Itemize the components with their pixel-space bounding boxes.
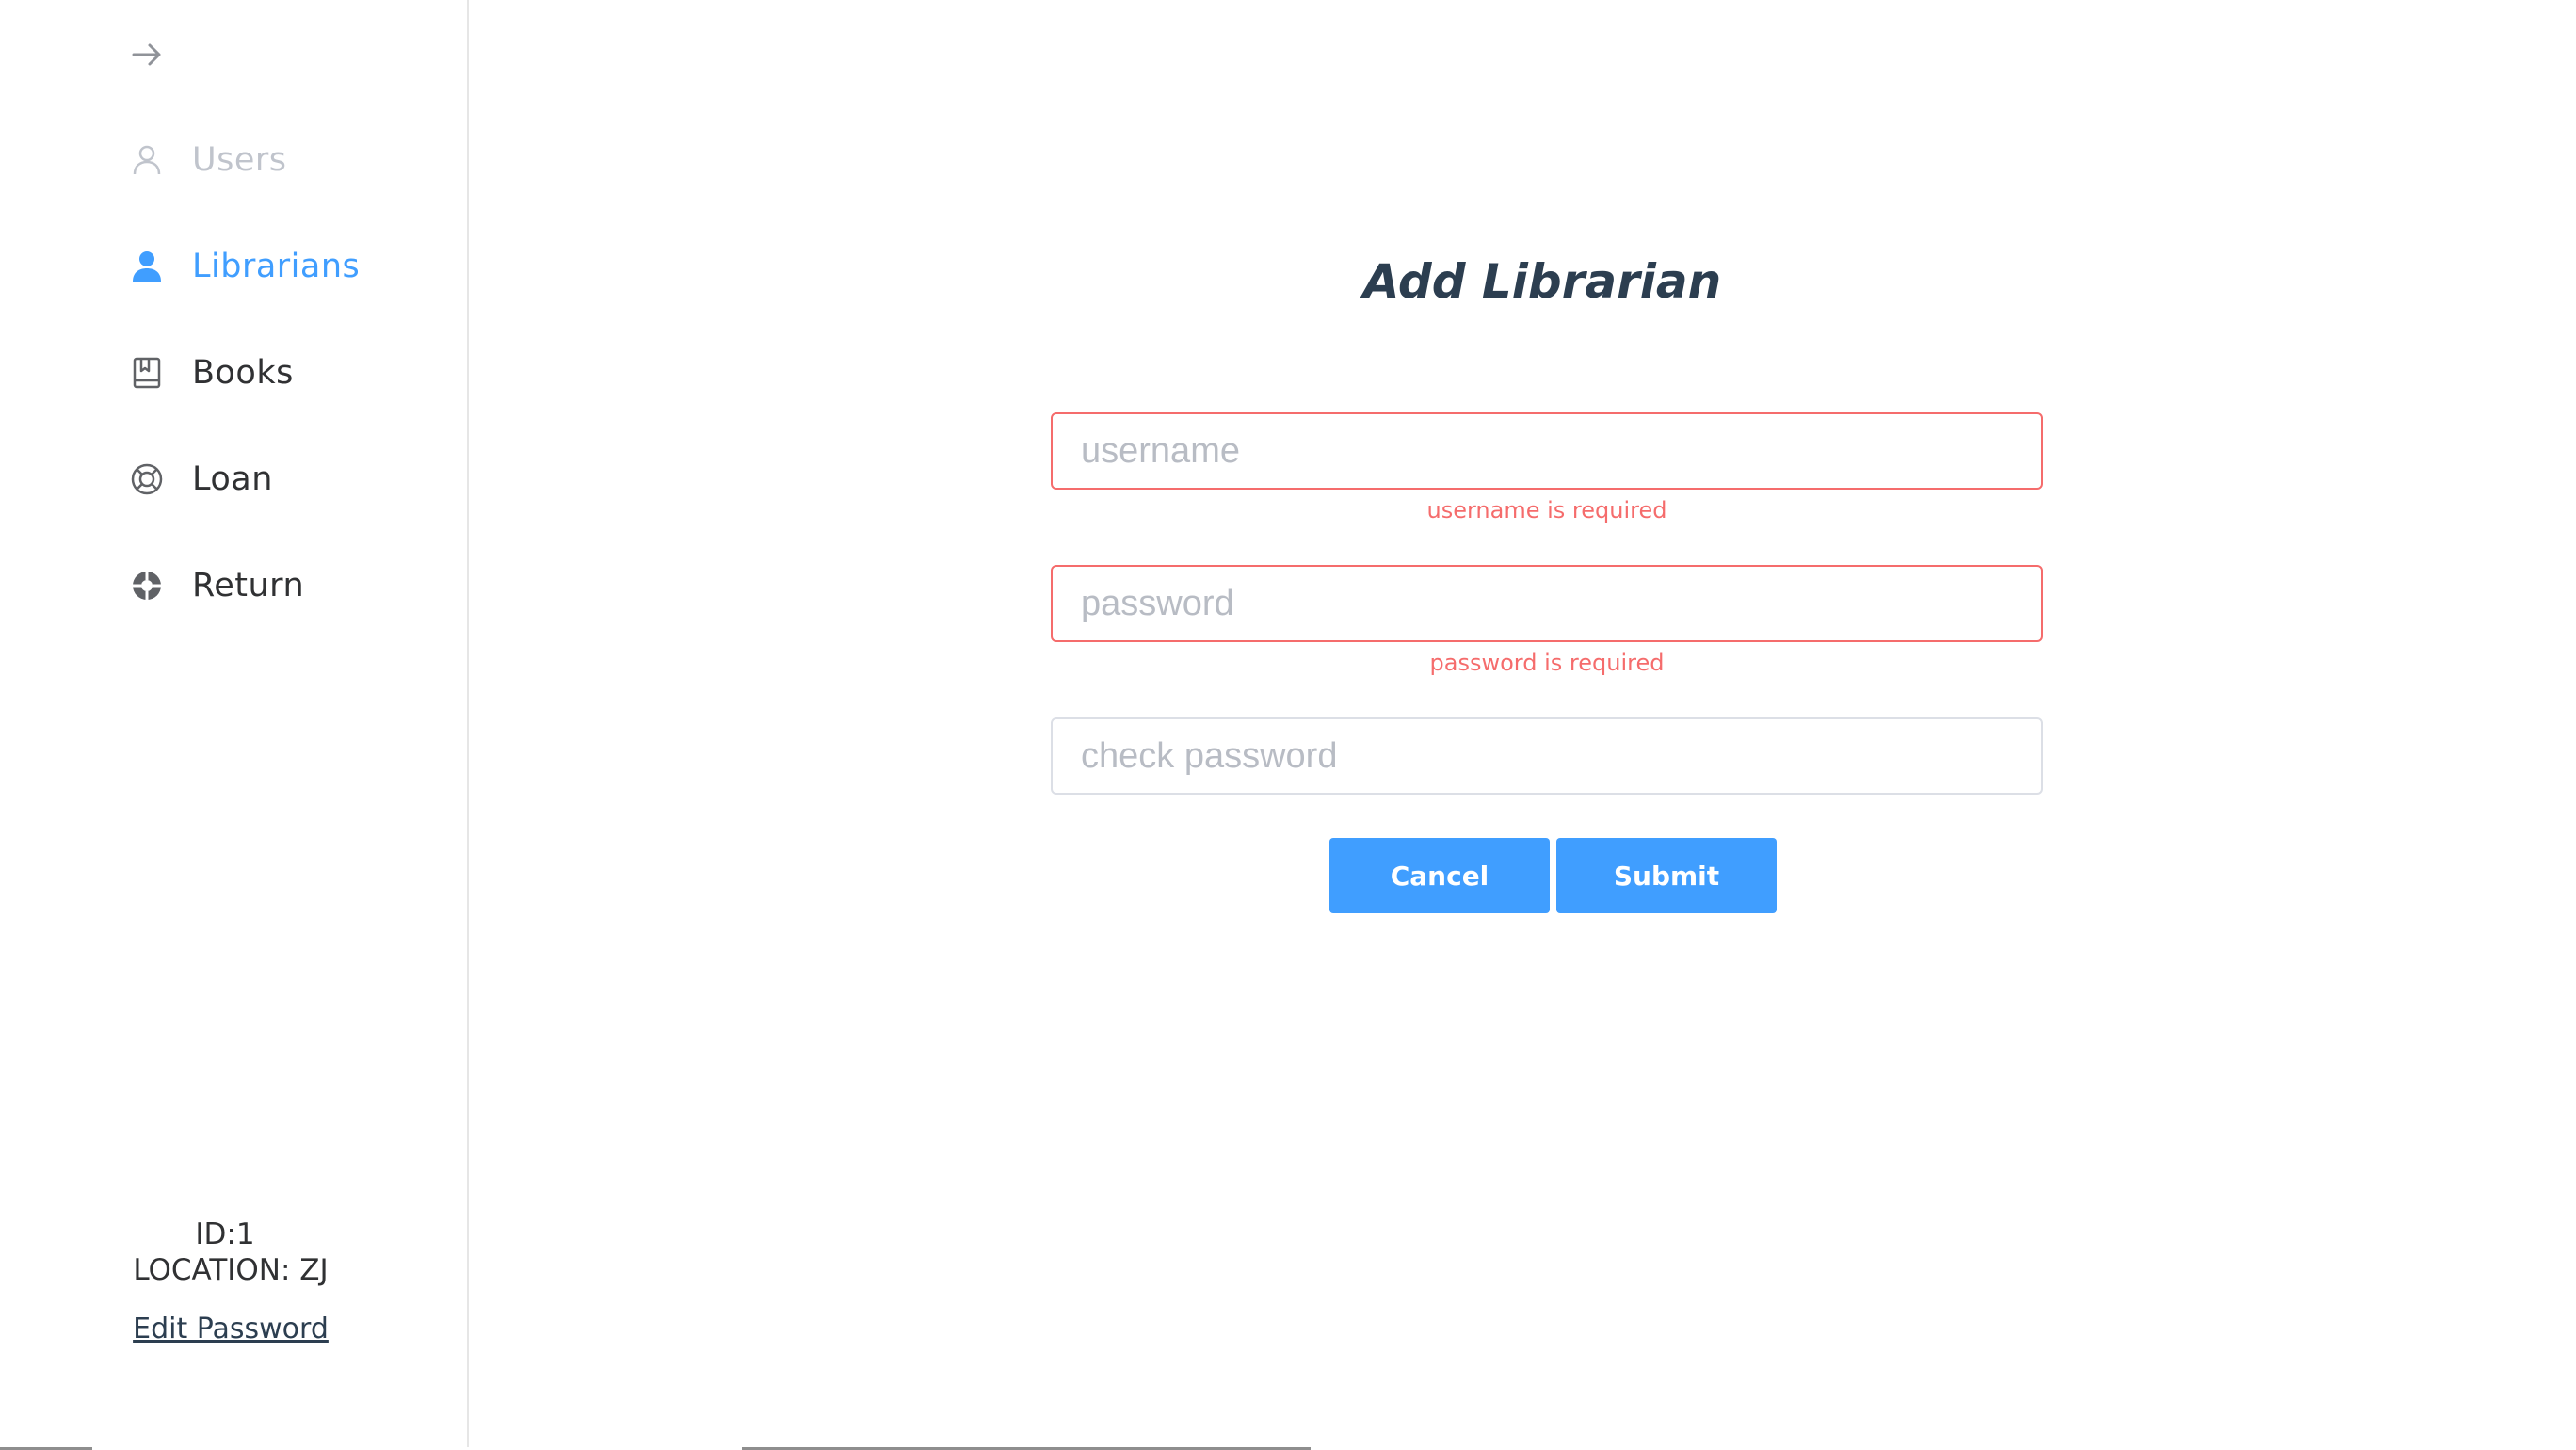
username-input[interactable]	[1053, 414, 2041, 488]
return-icon	[128, 567, 166, 604]
sidebar-item-users[interactable]: Users	[128, 132, 448, 188]
cancel-button[interactable]: Cancel	[1329, 838, 1550, 913]
user-outline-icon	[128, 141, 166, 179]
user-id: ID:1	[195, 1217, 255, 1251]
user-filled-icon	[128, 248, 166, 285]
password-field[interactable]	[1051, 565, 2043, 642]
password-input[interactable]	[1053, 567, 2041, 640]
username-error: username is required	[1426, 497, 1667, 524]
user-info: ID:1 LOCATION: ZJ	[0, 1216, 461, 1288]
sidebar-item-loan[interactable]: Loan	[128, 451, 448, 508]
page-title: Add Librarian	[1362, 254, 1722, 309]
sidebar: Users Librarians Books Loan Return ID:1 …	[0, 0, 469, 1450]
main-content: Add Librarian username is required passw…	[471, 0, 2576, 1450]
sidebar-item-librarians[interactable]: Librarians	[128, 238, 448, 295]
sidebar-item-label: Loan	[192, 460, 273, 498]
sidebar-item-label: Return	[192, 567, 305, 604]
lifebuoy-icon	[128, 460, 166, 498]
sidebar-item-label: Books	[192, 354, 294, 392]
sidebar-item-books[interactable]: Books	[128, 345, 448, 401]
check-password-field[interactable]	[1051, 717, 2043, 795]
arrow-right-icon	[132, 43, 161, 66]
user-location: LOCATION: ZJ	[133, 1253, 329, 1287]
book-icon	[128, 354, 166, 392]
check-password-input[interactable]	[1053, 719, 2041, 793]
app-window: Users Librarians Books Loan Return ID:1 …	[0, 0, 2576, 1450]
sidebar-item-return[interactable]: Return	[128, 557, 448, 614]
username-field[interactable]	[1051, 412, 2043, 490]
edit-password-link[interactable]: Edit Password	[0, 1313, 461, 1345]
collapse-sidebar-button[interactable]	[128, 36, 166, 73]
submit-button[interactable]: Submit	[1556, 838, 1777, 913]
sidebar-item-label: Users	[192, 141, 287, 179]
sidebar-item-label: Librarians	[192, 248, 361, 285]
password-error: password is required	[1429, 650, 1665, 676]
